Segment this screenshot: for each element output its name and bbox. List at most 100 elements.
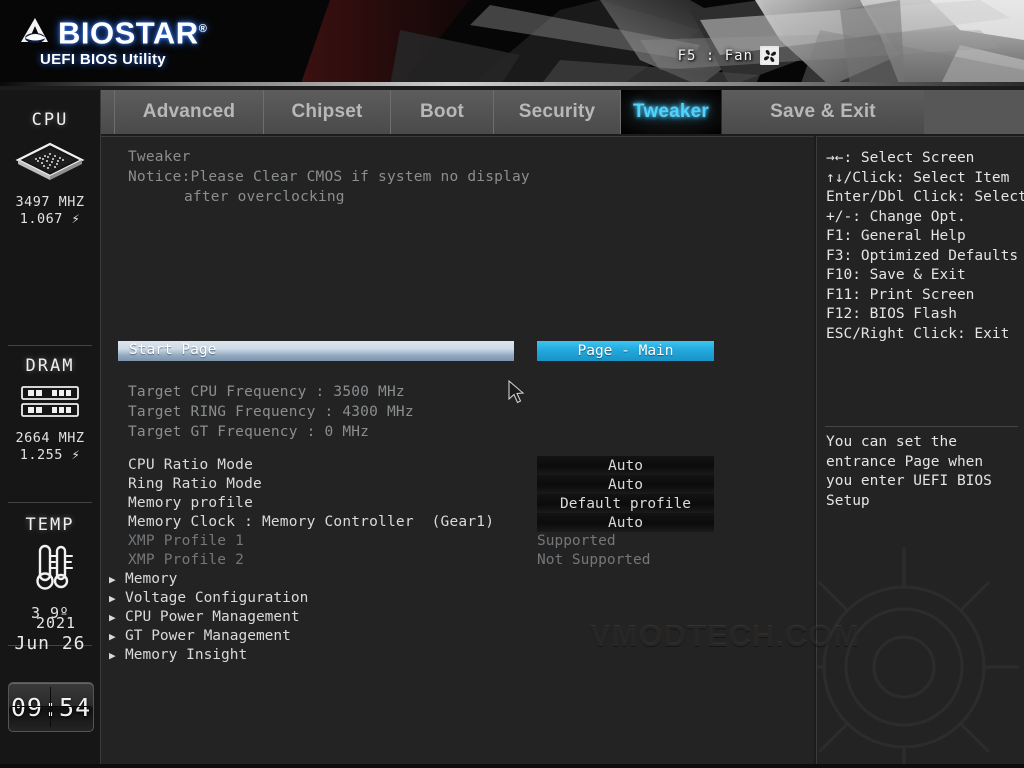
notice-line-2: after overclocking — [184, 189, 345, 205]
help-description: You can set the entrance Page when you e… — [826, 434, 992, 509]
sidebar-temp-block: TEMP 3 9º — [0, 515, 100, 622]
start-page-value[interactable]: Page - Main — [537, 341, 714, 361]
tab-security[interactable]: Security — [494, 90, 621, 134]
system-clock: 09:54 — [8, 682, 94, 732]
setting-value-memory-profile[interactable]: Default profile — [537, 494, 714, 513]
setting-label-memory-clock[interactable]: Memory Clock : Memory Controller (Gear1) — [128, 514, 494, 530]
help-key-general-help: F1: General Help — [826, 228, 966, 244]
submenu-cpu-power-management-label: CPU Power Management — [125, 609, 300, 625]
footer-strip — [0, 764, 1024, 768]
setting-label-memory-profile[interactable]: Memory profile — [128, 495, 253, 511]
triangle-right-icon: ▶ — [109, 573, 116, 586]
section-title: Tweaker — [128, 149, 191, 165]
biostar-logo-mark — [21, 18, 48, 44]
tab-save-exit-label: Save & Exit — [770, 101, 876, 122]
biostar-logo: BIOSTAR® UEFI BIOS Utility — [18, 14, 207, 68]
date-year: 2021 — [35, 614, 77, 632]
sidebar-divider-1 — [8, 345, 92, 346]
help-key-save-exit: F10: Save & Exit — [826, 267, 966, 283]
main-tab-bar: Main Advanced Chipset Boot Security Twea… — [0, 90, 1024, 134]
submenu-memory-label: Memory — [125, 571, 178, 587]
tab-chipset-label: Chipset — [291, 101, 363, 122]
sidebar-temp-title: TEMP — [25, 515, 75, 535]
submenu-gt-power-management[interactable]: ▶ GT Power Management — [109, 628, 291, 644]
fan-icon[interactable] — [760, 46, 779, 65]
cpu-frequency-value: 3497 MHZ — [15, 194, 85, 210]
tab-advanced-label: Advanced — [142, 101, 236, 122]
submenu-voltage-configuration[interactable]: ▶ Voltage Configuration — [109, 590, 308, 606]
setting-label-cpu-ratio-mode[interactable]: CPU Ratio Mode — [128, 457, 253, 473]
cpu-ratio-mode-value: Auto — [608, 457, 643, 474]
setting-value-xmp-profile-1: Supported — [537, 533, 616, 549]
setting-label-xmp-profile-1: XMP Profile 1 — [128, 533, 245, 549]
help-key-list: →←: Select Screen ↑↓/Click: Select Item … — [826, 149, 1024, 344]
help-key-select-screen: →←: Select Screen — [826, 150, 975, 166]
setting-value-memory-clock[interactable]: Auto — [537, 513, 714, 532]
start-page-value-label: Page - Main — [577, 343, 674, 359]
submenu-memory-insight-label: Memory Insight — [125, 647, 248, 663]
triangle-right-icon: ▶ — [109, 611, 116, 624]
setting-value-ring-ratio-mode[interactable]: Auto — [537, 475, 714, 494]
clock-divider — [50, 687, 51, 727]
submenu-memory-insight[interactable]: ▶ Memory Insight — [109, 647, 247, 663]
target-cpu-frequency: Target CPU Frequency : 3500 MHz — [128, 384, 405, 400]
help-panel: →←: Select Screen ↑↓/Click: Select Item … — [816, 136, 1024, 768]
tab-advanced[interactable]: Advanced — [115, 90, 264, 134]
cpu-voltage-value: 1.067 ⚡ — [19, 211, 81, 227]
brand-subtitle: UEFI BIOS Utility — [40, 51, 166, 69]
sidebar-divider-2 — [8, 502, 92, 503]
dram-voltage-value: 1.255 ⚡ — [19, 447, 81, 463]
sidebar-dram-block: DRAM 2664 MHZ 1.255 ⚡ — [0, 356, 100, 464]
sidebar-cpu-title: CPU — [31, 110, 69, 130]
submenu-memory[interactable]: ▶ Memory — [109, 571, 177, 587]
sidebar-date-block: 2021 Jun 26 — [0, 614, 100, 654]
submenu-voltage-configuration-label: Voltage Configuration — [125, 590, 309, 606]
notice-line-1: Notice:Please Clear CMOS if system no di… — [128, 169, 530, 185]
tab-chipset[interactable]: Chipset — [264, 90, 391, 134]
target-gt-frequency: Target GT Frequency : 0 MHz — [128, 424, 370, 440]
tab-tweaker-label: Tweaker — [632, 101, 710, 122]
thermometer-icon — [0, 543, 100, 599]
fan-hotkey-button[interactable]: F5 : Fan — [678, 46, 779, 65]
setting-value-xmp-profile-2: Not Supported — [537, 552, 651, 568]
setting-label-ring-ratio-mode[interactable]: Ring Ratio Mode — [128, 476, 262, 492]
tab-save-exit[interactable]: Save & Exit — [722, 90, 924, 134]
hardware-monitor-sidebar: CPU 3497 MHZ 1.067 ⚡ DRAM 2664 MHZ 1.255… — [0, 90, 101, 768]
fan-hotkey-label: F5 : Fan — [677, 47, 753, 64]
tab-security-label: Security — [518, 101, 596, 122]
triangle-right-icon: ▶ — [109, 630, 116, 643]
ring-ratio-mode-value: Auto — [608, 476, 643, 493]
help-divider — [825, 426, 1018, 427]
help-key-change-opt: +/-: Change Opt. — [826, 208, 966, 225]
tab-boot[interactable]: Boot — [391, 90, 494, 134]
triangle-right-icon: ▶ — [109, 592, 116, 605]
date-monthday: Jun 26 — [14, 633, 86, 654]
tab-boot-label: Boot — [419, 101, 465, 122]
help-key-select-item: ↑↓/Click: Select Item — [826, 169, 1010, 186]
help-key-print-screen: F11: Print Screen — [826, 286, 975, 303]
help-key-exit: ESC/Right Click: Exit — [826, 325, 1010, 342]
sidebar-cpu-block: CPU 3497 MHZ 1.067 ⚡ — [0, 110, 100, 228]
header-banner: BIOSTAR® UEFI BIOS Utility F5 : Fan — [0, 0, 1024, 86]
setting-row-start-page[interactable]: Start Page — [118, 341, 514, 361]
setting-value-cpu-ratio-mode[interactable]: Auto — [537, 456, 714, 475]
setting-label-xmp-profile-2: XMP Profile 2 — [128, 552, 245, 568]
header-bottom-sheen — [0, 82, 1024, 86]
bios-screen: BIOSTAR® UEFI BIOS Utility F5 : Fan Adva… — [0, 0, 1024, 768]
cpu-chip-icon — [0, 138, 100, 188]
dram-frequency-value: 2664 MHZ — [15, 430, 85, 446]
brand-name: BIOSTAR® — [58, 15, 208, 51]
submenu-cpu-power-management[interactable]: ▶ CPU Power Management — [109, 609, 300, 625]
background-emblem — [817, 547, 1019, 768]
main-content-panel: Tweaker Notice:Please Clear CMOS if syst… — [101, 136, 814, 768]
sidebar-dram-title: DRAM — [25, 356, 75, 376]
submenu-gt-power-management-label: GT Power Management — [125, 628, 291, 644]
tab-tweaker[interactable]: Tweaker — [621, 90, 722, 134]
help-key-bios-flash: F12: BIOS Flash — [826, 306, 957, 322]
registered-mark: ® — [198, 23, 208, 35]
help-key-optimized-defaults: F3: Optimized Defaults — [826, 247, 1019, 264]
memory-module-icon — [0, 384, 100, 424]
memory-profile-value: Default profile — [560, 495, 691, 512]
target-ring-frequency: Target RING Frequency : 4300 MHz — [128, 404, 414, 420]
memory-clock-value: Auto — [608, 514, 643, 531]
